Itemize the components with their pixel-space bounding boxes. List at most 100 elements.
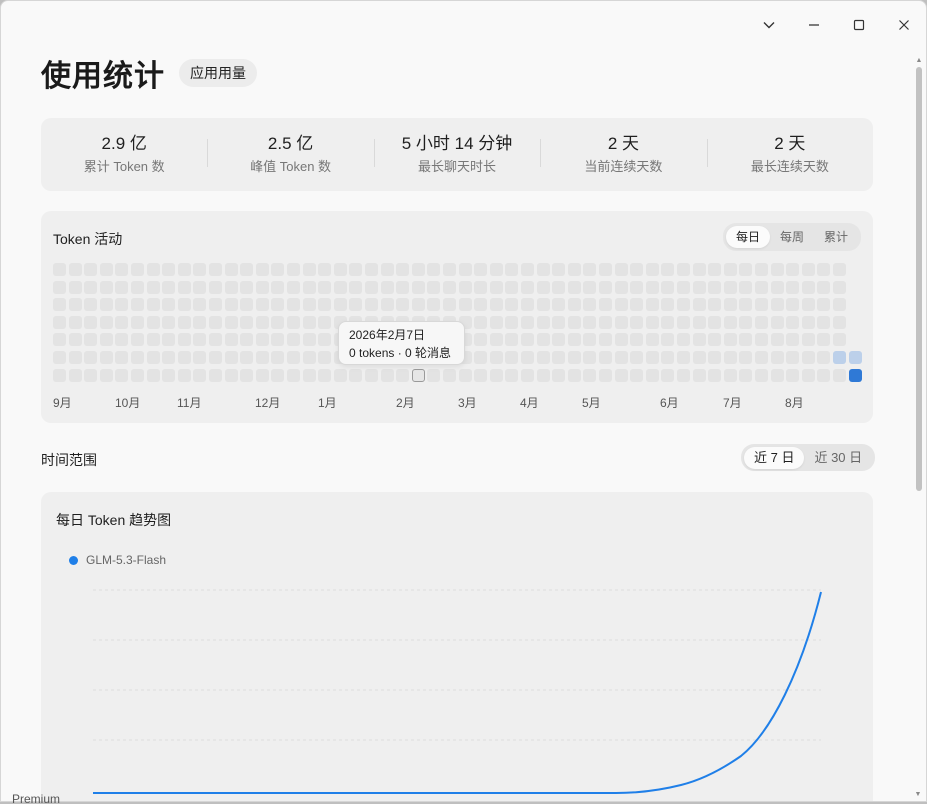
heatmap-cell[interactable] — [505, 298, 518, 311]
heatmap-cell[interactable] — [318, 333, 331, 346]
heatmap-cell[interactable] — [131, 298, 144, 311]
heatmap-cell[interactable] — [677, 263, 690, 276]
heatmap-cell[interactable] — [583, 351, 596, 364]
heatmap-cell[interactable] — [396, 369, 409, 382]
heatmap-cell[interactable] — [240, 298, 253, 311]
heatmap-cell[interactable] — [162, 316, 175, 329]
heatmap-cell[interactable] — [552, 333, 565, 346]
heatmap-cell[interactable] — [427, 369, 440, 382]
heatmap-cell[interactable] — [271, 316, 284, 329]
heatmap-cell[interactable] — [53, 316, 66, 329]
heatmap-cell[interactable] — [115, 298, 128, 311]
heatmap-cell[interactable] — [849, 351, 862, 364]
heatmap-cell[interactable] — [771, 298, 784, 311]
heatmap-cell[interactable] — [240, 263, 253, 276]
heatmap-cell[interactable] — [100, 281, 113, 294]
heatmap-cell[interactable] — [708, 298, 721, 311]
heatmap-cell[interactable] — [802, 263, 815, 276]
heatmap-cell[interactable] — [552, 263, 565, 276]
heatmap-cell[interactable] — [115, 369, 128, 382]
heatmap-cell[interactable] — [677, 316, 690, 329]
heatmap-cell[interactable] — [739, 369, 752, 382]
heatmap-cell[interactable] — [505, 351, 518, 364]
heatmap-cell[interactable] — [193, 316, 206, 329]
heatmap-cell[interactable] — [427, 281, 440, 294]
heatmap-cell[interactable] — [615, 298, 628, 311]
heatmap-cell[interactable] — [771, 263, 784, 276]
heatmap-cell[interactable] — [318, 351, 331, 364]
heatmap-cell[interactable] — [178, 263, 191, 276]
heatmap-cell[interactable] — [193, 263, 206, 276]
heatmap-cell[interactable] — [271, 351, 284, 364]
heatmap-cell[interactable] — [661, 316, 674, 329]
heatmap-cell[interactable] — [739, 333, 752, 346]
heatmap-cell[interactable] — [381, 263, 394, 276]
heatmap-cell[interactable] — [225, 333, 238, 346]
heatmap-cell[interactable] — [630, 316, 643, 329]
heatmap-cell[interactable] — [724, 263, 737, 276]
heatmap-cell[interactable] — [786, 369, 799, 382]
heatmap-cell[interactable] — [802, 281, 815, 294]
heatmap-cell[interactable] — [443, 281, 456, 294]
heatmap-cell[interactable] — [365, 281, 378, 294]
heatmap-cell[interactable] — [490, 333, 503, 346]
heatmap-cell[interactable] — [646, 316, 659, 329]
heatmap-cell[interactable] — [817, 316, 830, 329]
heatmap-cell[interactable] — [677, 281, 690, 294]
heatmap-cell[interactable] — [583, 316, 596, 329]
heatmap-cell[interactable] — [755, 316, 768, 329]
heatmap-cell[interactable] — [817, 263, 830, 276]
heatmap-cell[interactable] — [427, 263, 440, 276]
heatmap-cell[interactable] — [147, 333, 160, 346]
heatmap-cell[interactable] — [630, 369, 643, 382]
heatmap-cell[interactable] — [287, 316, 300, 329]
heatmap-cell[interactable] — [334, 263, 347, 276]
heatmap-cell[interactable] — [147, 351, 160, 364]
heatmap-cell[interactable] — [349, 369, 362, 382]
heatmap-cell[interactable] — [84, 263, 97, 276]
heatmap-cell[interactable] — [209, 316, 222, 329]
heatmap-cell[interactable] — [256, 298, 269, 311]
heatmap-cell[interactable] — [771, 369, 784, 382]
heatmap-cell[interactable] — [225, 263, 238, 276]
heatmap-cell[interactable] — [708, 316, 721, 329]
heatmap-cell[interactable] — [693, 281, 706, 294]
heatmap-cell[interactable] — [318, 298, 331, 311]
heatmap-cell[interactable] — [474, 369, 487, 382]
heatmap-cell[interactable] — [271, 298, 284, 311]
heatmap-cell[interactable] — [755, 369, 768, 382]
heatmap-cell[interactable] — [833, 298, 846, 311]
heatmap-cell[interactable] — [147, 263, 160, 276]
heatmap-cell[interactable] — [412, 298, 425, 311]
heatmap-cell[interactable] — [240, 316, 253, 329]
heatmap-cell[interactable] — [599, 263, 612, 276]
heatmap-cell[interactable] — [318, 281, 331, 294]
heatmap-cell[interactable] — [100, 298, 113, 311]
heatmap-cell[interactable] — [833, 281, 846, 294]
heatmap-cell[interactable] — [115, 263, 128, 276]
heatmap-cell[interactable] — [505, 369, 518, 382]
heatmap-cell[interactable] — [474, 351, 487, 364]
heatmap-cell[interactable] — [209, 369, 222, 382]
heatmap-cell[interactable] — [786, 333, 799, 346]
heatmap-cell[interactable] — [303, 281, 316, 294]
heatmap-cell[interactable] — [162, 263, 175, 276]
heatmap-cell[interactable] — [708, 263, 721, 276]
heatmap-cell[interactable] — [661, 369, 674, 382]
heatmap-cell[interactable] — [396, 263, 409, 276]
heatmap-cell[interactable] — [100, 351, 113, 364]
heatmap-cell[interactable] — [209, 298, 222, 311]
heatmap-cell[interactable] — [287, 263, 300, 276]
heatmap-cell[interactable] — [193, 351, 206, 364]
vertical-scrollbar[interactable]: ▲ — [915, 57, 923, 494]
heatmap-cell[interactable] — [802, 298, 815, 311]
heatmap-cell[interactable] — [443, 369, 456, 382]
heatmap-cell[interactable] — [459, 369, 472, 382]
heatmap-cell[interactable] — [771, 351, 784, 364]
heatmap-cell[interactable] — [615, 351, 628, 364]
heatmap-cell[interactable] — [271, 333, 284, 346]
heatmap-cell[interactable] — [505, 263, 518, 276]
heatmap-cell[interactable] — [786, 263, 799, 276]
heatmap-cell[interactable] — [193, 281, 206, 294]
heatmap-cell[interactable] — [583, 263, 596, 276]
